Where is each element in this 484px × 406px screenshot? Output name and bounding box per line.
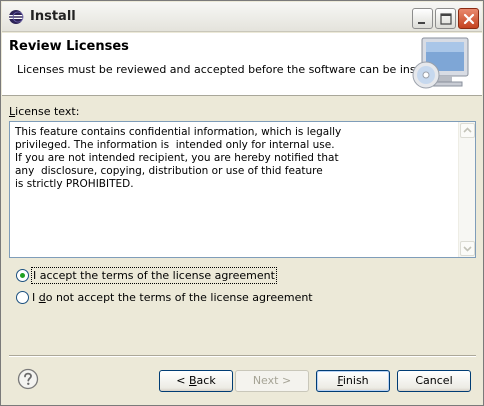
accept-option[interactable]: I accept the terms of the license agreem… — [16, 266, 277, 284]
decline-option[interactable]: I do not accept the terms of the license… — [16, 289, 314, 305]
install-dialog: Install Review Licenses Licenses must be… — [0, 0, 484, 406]
close-icon — [463, 13, 475, 25]
finish-label: inish — [342, 374, 369, 387]
decline-label-prefix: I — [32, 290, 39, 304]
license-text-label: License text: — [9, 105, 79, 118]
title-bar[interactable]: Install — [2, 2, 482, 32]
decline-label-text: o not accept the terms of the license ag… — [45, 290, 313, 304]
maximize-button[interactable] — [435, 8, 456, 29]
chevron-up-icon — [463, 127, 472, 133]
decline-radio[interactable] — [16, 290, 29, 304]
eclipse-app-icon — [9, 10, 24, 24]
back-prefix: < — [176, 374, 189, 387]
page-title: Review Licenses — [9, 39, 129, 54]
license-label-text: icense text: — [15, 105, 80, 118]
window-title: Install — [30, 9, 76, 24]
page-description: Licenses must be reviewed and accepted b… — [17, 63, 450, 76]
next-button[interactable]: Next > — [235, 370, 309, 392]
license-text: This feature contains confidential infor… — [15, 126, 342, 190]
license-text-area[interactable]: This feature contains confidential infor… — [9, 121, 476, 258]
minimize-button[interactable] — [412, 8, 433, 29]
back-mnemonic: B — [189, 374, 197, 387]
wizard-banner: Review Licenses Licenses must be reviewe… — [2, 33, 482, 96]
back-label: ack — [196, 374, 216, 387]
accept-label[interactable]: I accept the terms of the license agreem… — [31, 266, 277, 284]
maximize-icon — [440, 13, 452, 25]
scroll-up-button[interactable] — [460, 123, 475, 138]
finish-button[interactable]: Finish — [316, 370, 390, 392]
scroll-down-button[interactable] — [460, 241, 475, 256]
cancel-button[interactable]: Cancel — [397, 370, 471, 392]
minimize-icon — [418, 22, 425, 24]
chevron-down-icon — [463, 246, 472, 252]
help-icon[interactable] — [17, 368, 39, 390]
close-button[interactable] — [458, 8, 479, 29]
install-computer-icon — [412, 37, 469, 89]
vertical-scrollbar[interactable] — [458, 122, 475, 257]
decline-label[interactable]: I do not accept the terms of the license… — [31, 290, 314, 305]
decline-label-mnemonic: d — [38, 290, 46, 304]
back-button[interactable]: < Back — [159, 370, 233, 392]
footer-separator — [9, 355, 476, 357]
accept-radio[interactable] — [16, 268, 29, 282]
